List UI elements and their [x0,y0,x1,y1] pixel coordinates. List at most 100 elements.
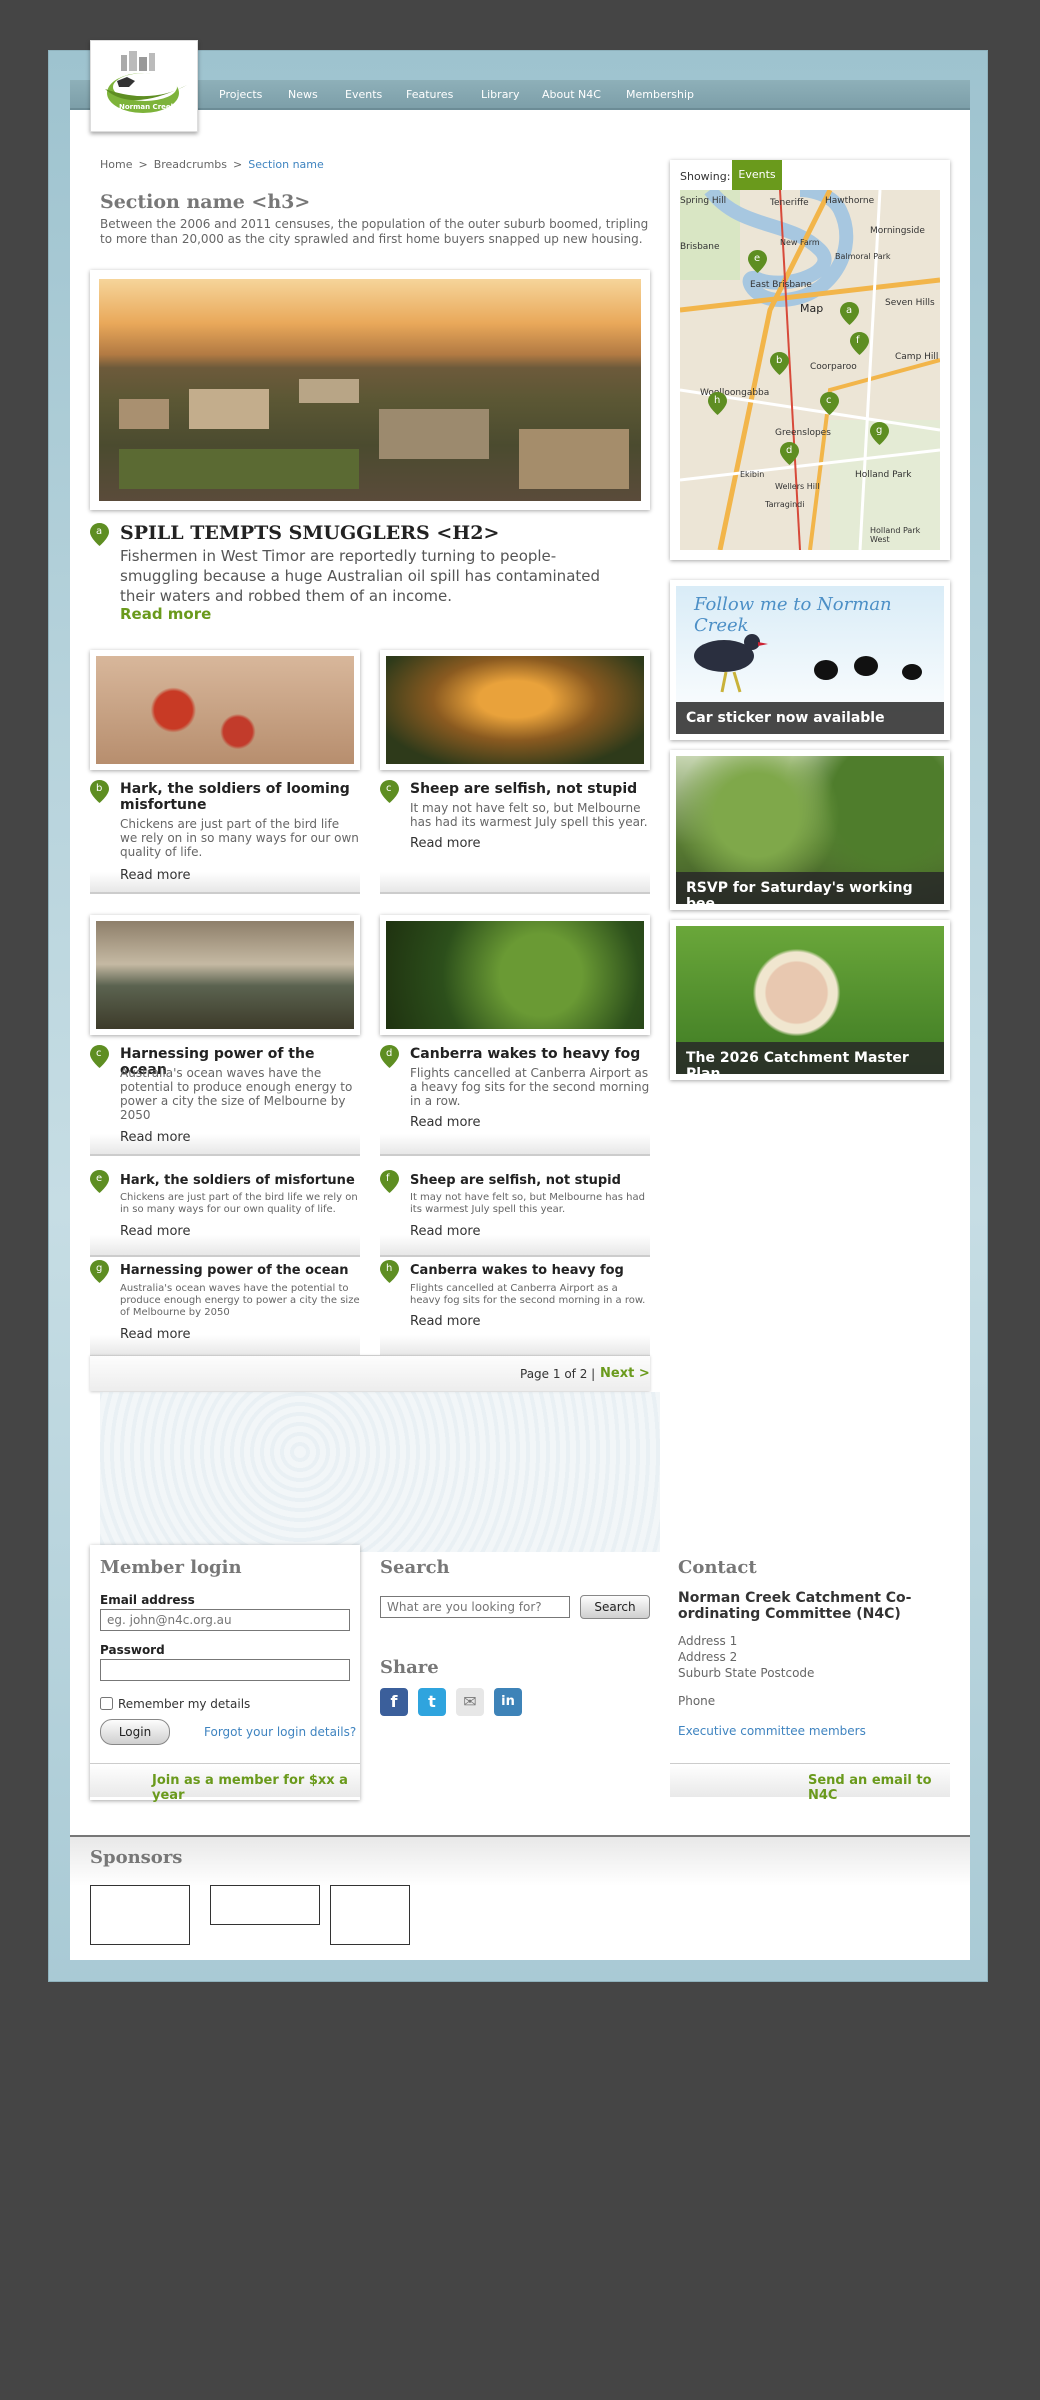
map-label-balmoral-park: Balmoral Park [835,252,891,261]
map-pin-b-icon[interactable]: b [90,780,109,803]
tab-events[interactable]: Events [732,160,782,190]
committee-members-link[interactable]: Executive committee members [678,1724,866,1738]
email-field[interactable] [100,1609,350,1631]
nav-item-news[interactable]: News [288,88,318,101]
card-image-d[interactable] [380,915,650,1035]
facebook-icon[interactable]: f [380,1688,408,1716]
card-read-more-link[interactable]: Read more [120,868,190,883]
nav-item-about[interactable]: About N4C [542,88,601,101]
logo-graphic [105,51,187,113]
linkedin-icon[interactable]: in [494,1688,522,1716]
nav-item-projects[interactable]: Projects [219,88,262,101]
map-pin-d-icon[interactable]: d [780,442,799,465]
map-pin-c-icon[interactable]: c [820,392,839,415]
nav-item-features[interactable]: Features [406,88,453,101]
email-icon[interactable]: ✉ [456,1688,484,1716]
list-item-read-more-link[interactable]: Read more [410,1314,480,1329]
sponsor-logo[interactable] [210,1885,320,1925]
map-pin-letter: f [386,1173,390,1184]
map-pin-b-icon[interactable]: b [770,352,789,375]
promo-working-bee[interactable]: RSVP for Saturday's working bee [670,750,950,910]
list-item-title[interactable]: Hark, the soldiers of misfortune [120,1173,355,1188]
hero-image-frame[interactable] [90,270,650,510]
remember-checkbox[interactable] [100,1697,113,1710]
send-email-link[interactable]: Send an email to N4C [808,1773,950,1803]
list-item-title[interactable]: Canberra wakes to heavy fog [410,1263,624,1278]
map-pin-h-icon[interactable]: h [380,1260,399,1283]
card-image-c[interactable] [380,650,650,770]
map-pin-c-icon[interactable]: c [90,1045,109,1068]
password-field[interactable] [100,1659,350,1681]
list-item-title[interactable]: Sheep are selfish, not stupid [410,1173,621,1188]
card-image-c[interactable] [90,915,360,1035]
search-button[interactable]: Search [580,1595,650,1619]
map-pin-h-icon[interactable]: h [708,392,727,415]
search-input[interactable] [380,1596,570,1618]
map-pin-g-icon[interactable]: g [90,1260,109,1283]
map-pin-f-icon[interactable]: f [850,332,869,355]
promo-image: RSVP for Saturday's working bee [676,756,944,904]
nav-item-membership[interactable]: Membership [626,88,694,101]
map-pin-a-icon[interactable]: a [840,302,859,325]
share-title: Share [380,1657,439,1678]
breadcrumb-parent[interactable]: Breadcrumbs [154,158,227,171]
sponsor-logo[interactable] [90,1885,190,1945]
nav-item-library[interactable]: Library [481,88,519,101]
list-item-title[interactable]: Harnessing power of the ocean [120,1263,349,1278]
card-read-more-link[interactable]: Read more [410,836,480,851]
map-pin-letter: d [786,445,793,456]
sponsors-section: Sponsors [70,1835,970,1960]
twitter-icon[interactable]: t [418,1688,446,1716]
map-pin-letter: b [96,783,103,794]
map-pin-g-icon[interactable]: g [870,422,889,445]
decorative-swirl [100,1392,660,1552]
login-title: Member login [100,1557,242,1578]
search-title: Search [380,1557,450,1578]
map-pin-a-icon[interactable]: a [90,523,109,546]
logo-text: Norman Creek [119,103,176,111]
promo-image: Follow me to Norman Creek Car sticker no… [676,586,944,734]
feature-read-more-link[interactable]: Read more [120,605,211,623]
login-button[interactable]: Login [100,1719,170,1745]
promo-image: The 2026 Catchment Master Plan [676,926,944,1074]
events-map[interactable]: Spring Hill Teneriffe Hawthorne Mornings… [680,190,940,550]
breadcrumb-home[interactable]: Home [100,158,132,171]
sponsor-logo[interactable] [330,1885,410,1945]
map-pin-d-icon[interactable]: d [380,1045,399,1068]
main-nav: Projects News Events Features Library Ab… [70,80,970,110]
feature-title[interactable]: SPILL TEMPTS SMUGGLERS <H2> [120,522,499,544]
promo-master-plan[interactable]: The 2026 Catchment Master Plan [670,920,950,1080]
map-label-new-farm: New Farm [780,238,820,247]
map-pin-letter: h [714,395,721,406]
nav-item-events[interactable]: Events [345,88,382,101]
map-pin-letter: a [96,526,103,537]
card-photo [386,921,644,1029]
contact-title: Contact [678,1557,757,1578]
card-image-b[interactable] [90,650,360,770]
map-pin-letter: b [776,355,783,366]
map-pin-letter: c [386,783,392,794]
list-item-read-more-link[interactable]: Read more [410,1224,480,1239]
card-desc: Australia's ocean waves have the potenti… [120,1066,353,1122]
card-desc: It may not have felt so, but Melbourne h… [410,801,648,829]
join-member-link[interactable]: Join as a member for $xx a year [152,1773,360,1803]
list-item-desc: Chickens are just part of the bird life … [120,1192,358,1215]
promo-car-sticker[interactable]: Follow me to Norman Creek Car sticker no… [670,580,950,740]
card-title[interactable]: Hark, the soldiers of looming misfortune [120,781,360,813]
map-label-seven-hills: Seven Hills [885,298,935,308]
site-logo[interactable]: Norman Creek [90,40,198,132]
card-read-more-link[interactable]: Read more [120,1130,190,1145]
map-pin-e-icon[interactable]: e [90,1170,109,1193]
list-item-read-more-link[interactable]: Read more [120,1327,190,1342]
card-title[interactable]: Sheep are selfish, not stupid [410,781,650,797]
map-pin-f-icon[interactable]: f [380,1170,399,1193]
map-pin-c-icon[interactable]: c [380,780,399,803]
list-item-footer [380,1335,650,1357]
breadcrumb-current[interactable]: Section name [248,158,324,171]
card-read-more-link[interactable]: Read more [410,1115,480,1130]
card-title[interactable]: Canberra wakes to heavy fog [410,1046,650,1062]
map-pin-e-icon[interactable]: e [748,250,767,273]
forgot-login-link[interactable]: Forgot your login details? [204,1725,356,1739]
list-item-read-more-link[interactable]: Read more [120,1224,190,1239]
pagination-next-link[interactable]: Next > [600,1366,650,1381]
